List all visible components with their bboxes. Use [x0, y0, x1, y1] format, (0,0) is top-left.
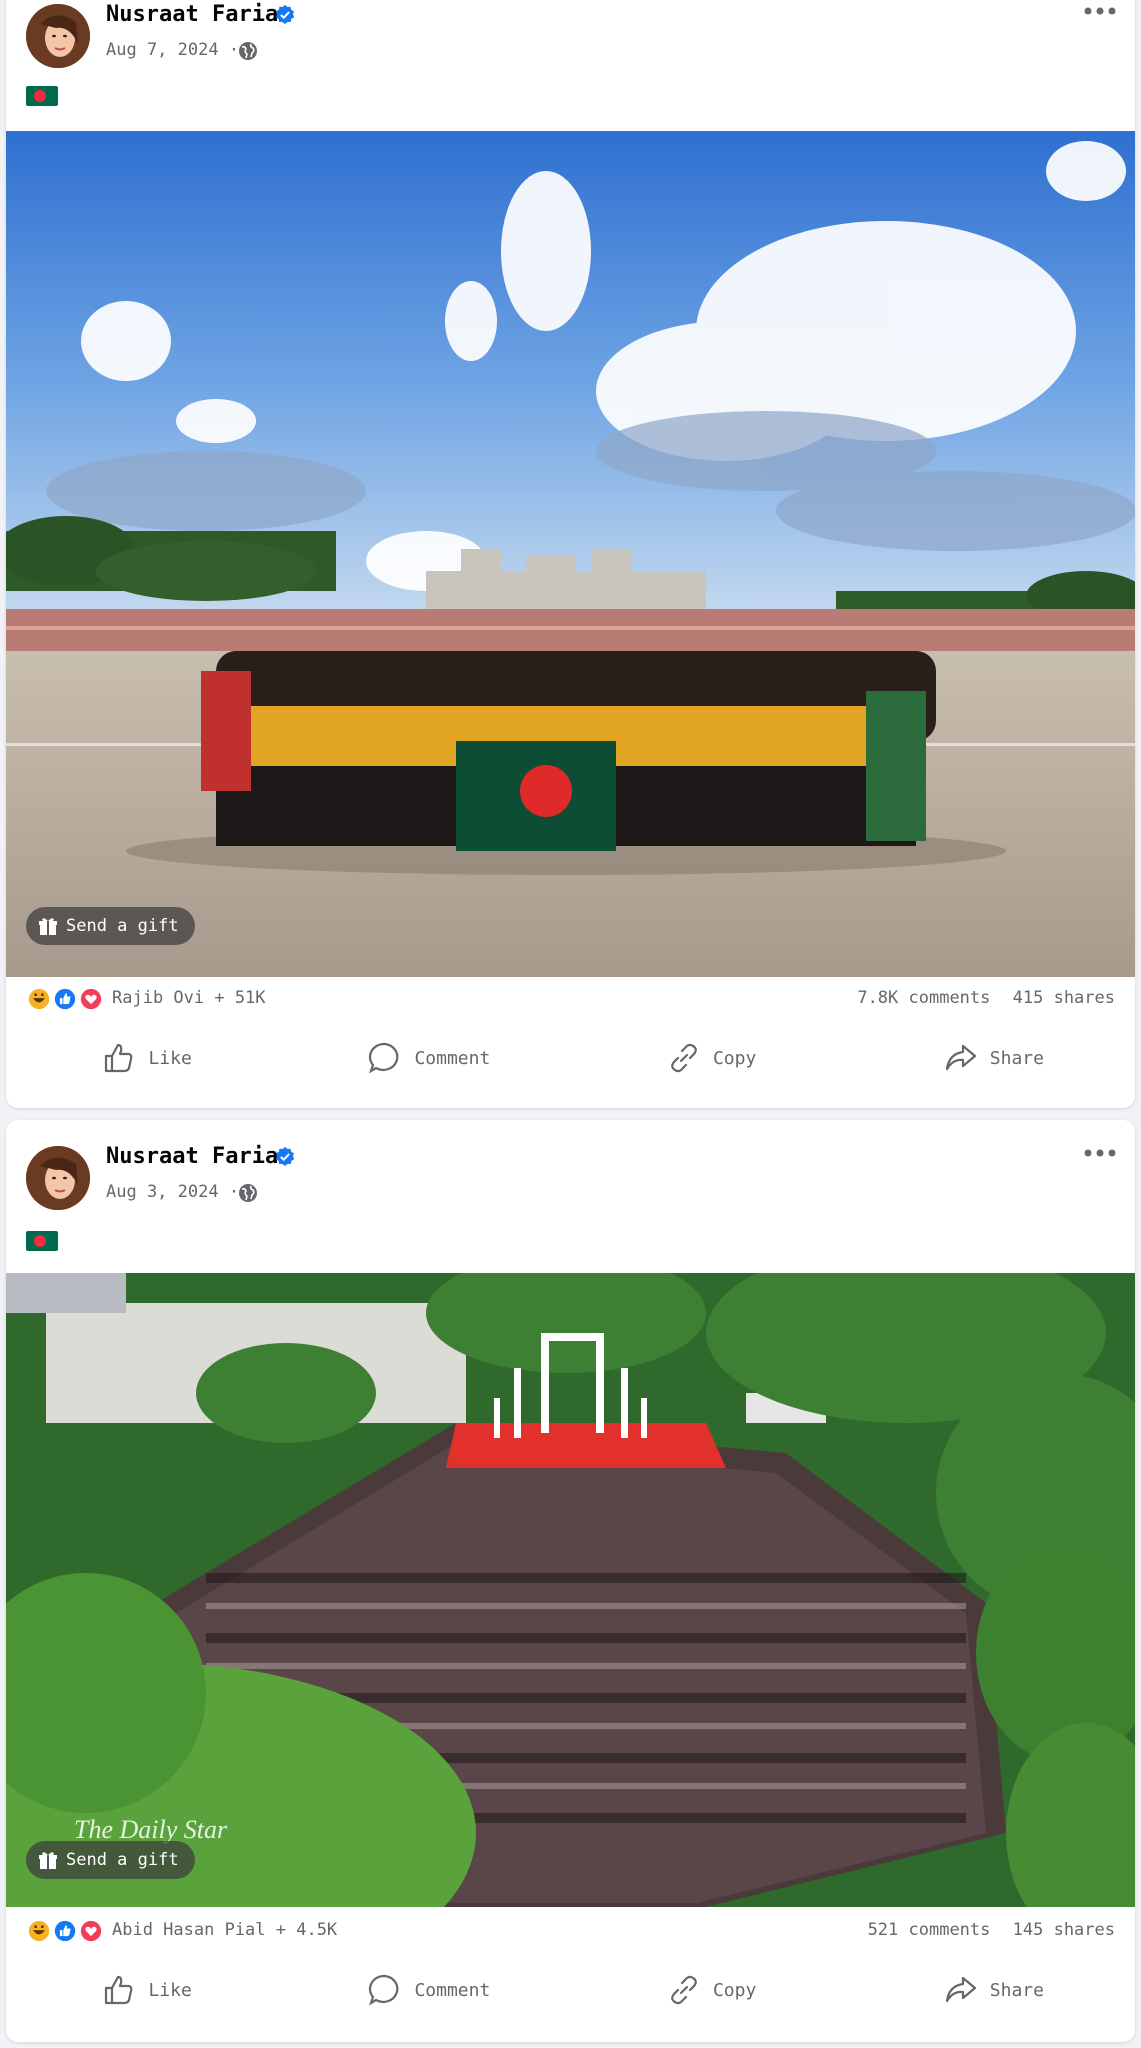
- like-button[interactable]: Like: [6, 1028, 288, 1088]
- link-icon: [671, 1975, 697, 2005]
- share-label: Share: [989, 1047, 1044, 1069]
- share-arrow-icon: [945, 1044, 976, 1071]
- reactors-text[interactable]: Abid Hasan Pial + 4.5K: [112, 1920, 337, 1940]
- comments-count[interactable]: 521 comments: [868, 1920, 991, 1940]
- bangladesh-flag-icon: [26, 86, 58, 106]
- comment-label: Comment: [414, 1047, 491, 1069]
- verified-badge-icon: [275, 1146, 295, 1166]
- share-arrow-icon: [945, 1976, 976, 2003]
- gift-icon: [39, 918, 57, 935]
- bangladesh-flag-icon: [26, 1231, 58, 1251]
- engagement-counts: 7.8K comments 415 shares: [845, 988, 1115, 1008]
- engagement-counts: 521 comments 145 shares: [856, 1920, 1115, 1940]
- comments-count[interactable]: 7.8K comments: [857, 988, 990, 1008]
- like-button[interactable]: Like: [6, 1960, 288, 2020]
- post-photo[interactable]: The Daily Star Send a gift: [6, 1273, 1135, 1907]
- post-photo[interactable]: Send a gift: [6, 131, 1135, 977]
- link-icon: [671, 1043, 697, 1073]
- post-actions: Like Comment Copy Share: [6, 1028, 1135, 1088]
- haha-reaction-icon: [26, 1918, 52, 1944]
- share-button[interactable]: Share: [853, 1960, 1135, 2020]
- copy-label: Copy: [712, 1979, 757, 2001]
- comment-label: Comment: [414, 1979, 491, 2001]
- gift-icon: [39, 1852, 57, 1869]
- share-button[interactable]: Share: [853, 1028, 1135, 1088]
- post-header: Nusraat Faria Aug 7, 2024 ·: [6, 0, 1135, 108]
- post-header: Nusraat Faria Aug 3, 2024 ·: [6, 1120, 1135, 1251]
- post-actions: Like Comment Copy Share: [6, 1960, 1135, 2020]
- avatar[interactable]: [26, 4, 90, 68]
- copy-link-button[interactable]: Copy: [571, 1028, 853, 1088]
- thumbs-up-icon: [105, 1043, 133, 1073]
- globe-icon: [239, 42, 257, 60]
- verified-badge-icon: [275, 4, 295, 24]
- more-options-icon[interactable]: [1083, 4, 1117, 18]
- like-reaction-icon: [52, 986, 78, 1012]
- like-label: Like: [148, 1047, 192, 1069]
- copy-label: Copy: [712, 1047, 757, 1069]
- send-gift-label: Send a gift: [66, 916, 179, 936]
- comment-button[interactable]: Comment: [288, 1960, 570, 2020]
- shares-count[interactable]: 145 shares: [1013, 1920, 1115, 1940]
- post-stats: Abid Hasan Pial + 4.5K 521 comments 145 …: [6, 1910, 1135, 1950]
- comment-bubble-icon: [369, 1974, 399, 2006]
- comment-button[interactable]: Comment: [288, 1028, 570, 1088]
- post-date[interactable]: Aug 7, 2024 ·: [106, 40, 239, 60]
- avatar[interactable]: [26, 1146, 90, 1210]
- date-text: Aug 7, 2024: [106, 40, 219, 60]
- haha-reaction-icon: [26, 986, 52, 1012]
- globe-icon: [239, 1184, 257, 1202]
- reactors-text[interactable]: Rajib Ovi + 51K: [112, 988, 266, 1008]
- comment-bubble-icon: [369, 1042, 399, 1074]
- shares-count[interactable]: 415 shares: [1013, 988, 1115, 1008]
- like-reaction-icon: [52, 1918, 78, 1944]
- share-label: Share: [989, 1979, 1044, 2001]
- author-name[interactable]: Nusraat Faria: [106, 1144, 278, 1169]
- like-label: Like: [148, 1979, 192, 2001]
- copy-link-button[interactable]: Copy: [571, 1960, 853, 2020]
- watermark-text: The Daily Star: [74, 1815, 228, 1844]
- news-feed: Nusraat Faria Aug 7, 2024 · Send a gift …: [0, 0, 1141, 2048]
- send-gift-button[interactable]: Send a gift: [26, 907, 195, 945]
- date-text: Aug 3, 2024: [106, 1182, 219, 1202]
- love-reaction-icon: [78, 1918, 104, 1944]
- thumbs-up-icon: [105, 1975, 133, 2005]
- love-reaction-icon: [78, 986, 104, 1012]
- post-card: Nusraat Faria Aug 7, 2024 · Send a gift …: [6, 0, 1135, 1108]
- post-stats: Rajib Ovi + 51K 7.8K comments 415 shares: [6, 978, 1135, 1018]
- post-card: Nusraat Faria Aug 3, 2024 · The Daily St…: [6, 1120, 1135, 2042]
- author-name[interactable]: Nusraat Faria: [106, 2, 278, 27]
- send-gift-button[interactable]: Send a gift: [26, 1841, 195, 1879]
- more-options-icon[interactable]: [1083, 1146, 1117, 1160]
- send-gift-label: Send a gift: [66, 1850, 179, 1870]
- post-date[interactable]: Aug 3, 2024 ·: [106, 1182, 239, 1202]
